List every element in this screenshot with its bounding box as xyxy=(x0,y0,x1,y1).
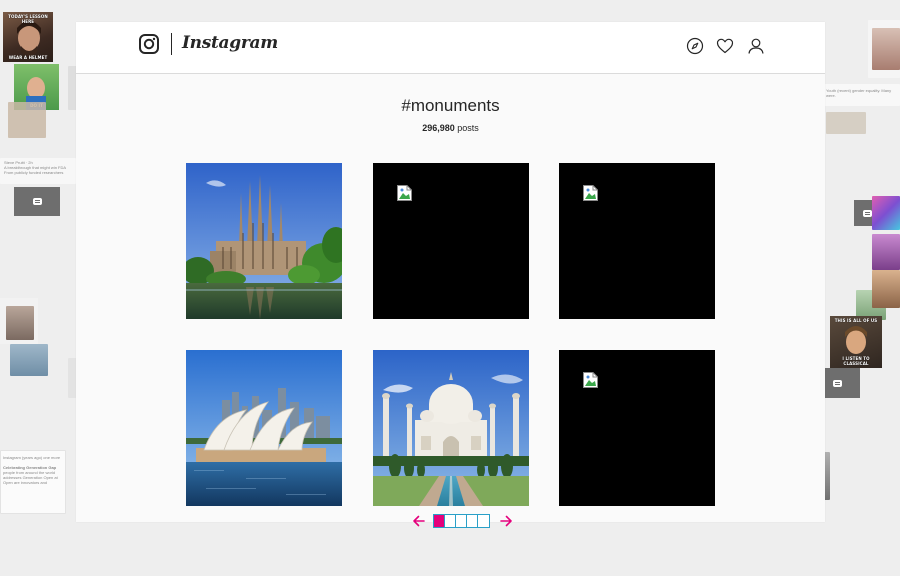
background-card xyxy=(872,28,900,70)
broken-image-icon xyxy=(583,185,598,201)
broken-image-icon xyxy=(397,185,412,201)
page-dot-5[interactable] xyxy=(478,515,489,527)
top-navigation-bar: Instagram xyxy=(76,22,825,74)
background-card xyxy=(8,102,46,138)
background-snippet: Steve Pruitt · 2h A breakthrough that mig… xyxy=(4,160,67,175)
background-card xyxy=(826,112,866,134)
snippet-title: Celebrating Generation Gap xyxy=(3,465,57,470)
meme-caption: I LISTEN TO CLASSICAL xyxy=(842,356,870,366)
broken-image-tile[interactable] xyxy=(373,163,529,319)
instagram-window: Instagram #monuments 296,980 posts xyxy=(76,22,825,522)
meme-caption: TODAY'S LESSON HERE xyxy=(8,14,48,24)
compass-icon[interactable] xyxy=(686,37,704,55)
background-snippet: Instagram (years ago) one more Celebrati… xyxy=(3,455,61,485)
person-icon[interactable] xyxy=(747,37,765,55)
background-card xyxy=(872,196,900,230)
page-indicator xyxy=(433,514,490,528)
post-count-suffix: posts xyxy=(454,123,479,133)
post-count: 296,980 posts xyxy=(76,123,825,133)
sagrada-familia-photo[interactable] xyxy=(186,163,342,319)
page-dot-3[interactable] xyxy=(456,515,467,527)
previous-arrow-icon[interactable] xyxy=(412,514,426,528)
post-count-number: 296,980 xyxy=(422,123,455,133)
hashtag-title: #monuments xyxy=(401,96,500,115)
sydney-opera-house-image xyxy=(186,350,342,506)
instagram-wordmark[interactable]: Instagram xyxy=(182,33,278,53)
background-card xyxy=(872,234,900,270)
background-card xyxy=(14,187,60,216)
background-card xyxy=(872,270,900,308)
background-snippet: Youth (recent) gender equality. Many wer… xyxy=(826,88,892,98)
broken-image-tile[interactable] xyxy=(559,163,715,319)
page-dot-2[interactable] xyxy=(445,515,456,527)
comment-icon xyxy=(862,209,872,217)
taj-mahal-photo[interactable] xyxy=(373,350,529,506)
sydney-opera-house-photo[interactable] xyxy=(186,350,342,506)
page-dot-1[interactable] xyxy=(434,515,445,527)
meme-caption: WEAR A HELMET xyxy=(8,55,48,60)
page-dot-4[interactable] xyxy=(467,515,478,527)
comment-icon xyxy=(832,379,842,387)
broken-image-tile[interactable] xyxy=(559,350,715,506)
heart-icon[interactable] xyxy=(716,37,734,55)
taj-mahal-image xyxy=(373,350,529,506)
meme-caption: THIS IS ALL OF US xyxy=(834,318,878,323)
next-arrow-icon[interactable] xyxy=(499,514,513,528)
snippet-text: Instagram (years ago) one more xyxy=(3,455,61,460)
background-card xyxy=(10,344,48,376)
sagrada-familia-image xyxy=(186,163,342,319)
meme-thumbnail: THIS IS ALL OF US I LISTEN TO CLASSICAL xyxy=(830,316,882,368)
instagram-glyph-icon[interactable] xyxy=(139,34,159,54)
comment-icon xyxy=(32,198,42,205)
logo-divider xyxy=(171,33,172,55)
meme-thumbnail: TODAY'S LESSON HERE WEAR A HELMET xyxy=(3,12,53,62)
background-card xyxy=(6,306,34,340)
broken-image-icon xyxy=(583,372,598,388)
